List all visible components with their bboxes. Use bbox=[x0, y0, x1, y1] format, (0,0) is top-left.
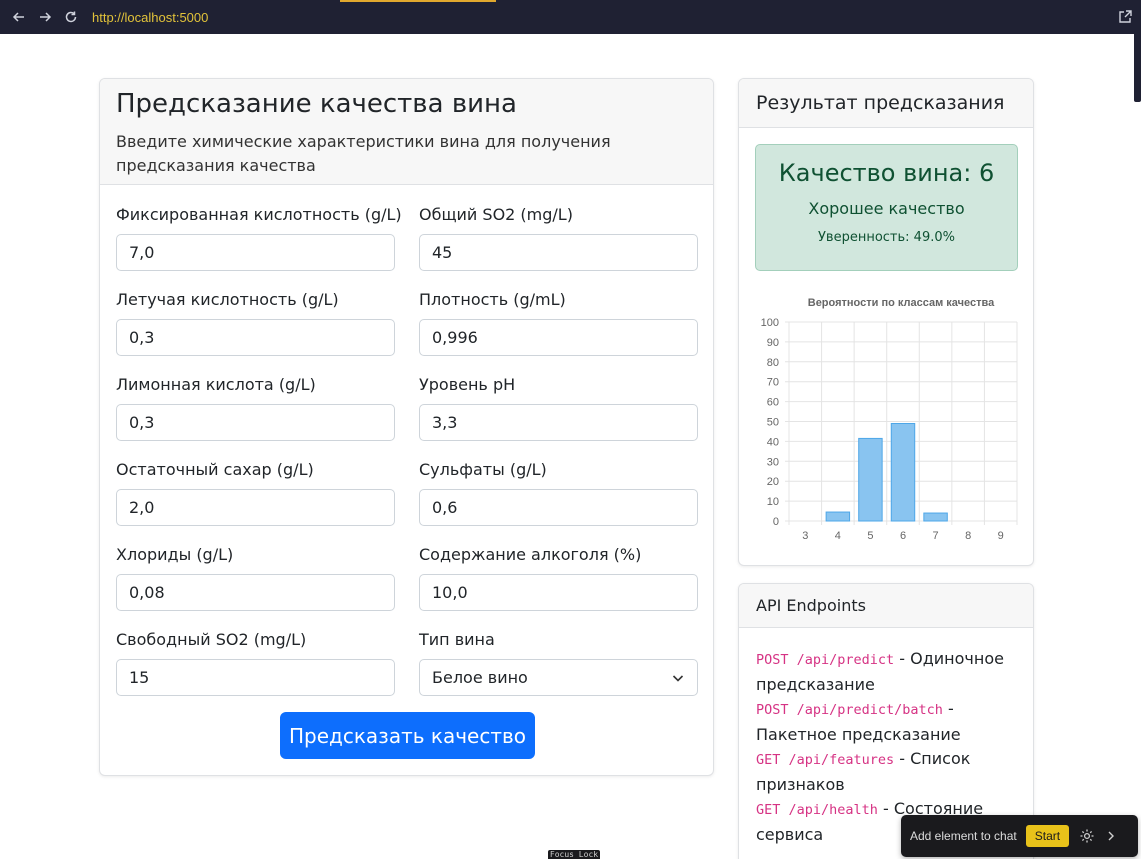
input-residual-sugar[interactable]: 2,0 bbox=[116, 489, 395, 526]
start-button[interactable]: Start bbox=[1025, 825, 1070, 847]
chart-bar bbox=[825, 511, 851, 522]
form-subtitle: Введите химические характеристики вина д… bbox=[116, 132, 611, 175]
select-wine-type[interactable]: Белое вино bbox=[419, 659, 698, 696]
active-tab-indicator bbox=[340, 0, 496, 2]
label-wine-type: Тип вина bbox=[419, 630, 495, 649]
y-tick-label: 40 bbox=[767, 436, 779, 448]
input-alcohol[interactable]: 10,0 bbox=[419, 574, 698, 611]
scrollbar[interactable] bbox=[1134, 34, 1141, 102]
label-total-so2: Общий SO2 (mg/L) bbox=[419, 205, 573, 224]
y-tick-label: 20 bbox=[767, 476, 779, 488]
chart-bar bbox=[890, 422, 916, 522]
prediction-form-card: Предсказание качества вина Введите химич… bbox=[99, 78, 714, 776]
y-tick-label: 70 bbox=[767, 377, 779, 389]
chart-title: Вероятности по классам качества bbox=[808, 297, 995, 309]
input-density[interactable]: 0,996 bbox=[419, 319, 698, 356]
input-total-so2[interactable]: 45 bbox=[419, 234, 698, 271]
predict-button[interactable]: Предсказать качество bbox=[280, 712, 535, 759]
select-wine-type-value: Белое вино bbox=[432, 668, 528, 687]
x-tick-label: 5 bbox=[867, 530, 873, 541]
label-free-so2: Свободный SO2 (mg/L) bbox=[116, 630, 307, 649]
label-alcohol: Содержание алкоголя (%) bbox=[419, 545, 642, 564]
form-card-header: Предсказание качества вина Введите химич… bbox=[100, 79, 713, 185]
y-tick-label: 10 bbox=[767, 496, 779, 508]
input-free-so2[interactable]: 15 bbox=[116, 659, 395, 696]
x-tick-label: 6 bbox=[900, 530, 906, 541]
reload-icon[interactable] bbox=[60, 6, 82, 28]
label-fixed-acidity: Фиксированная кислотность (g/L) bbox=[116, 205, 402, 224]
y-tick-label: 80 bbox=[767, 357, 779, 369]
input-ph[interactable]: 3,3 bbox=[419, 404, 698, 441]
input-citric-acid[interactable]: 0,3 bbox=[116, 404, 395, 441]
quality-description: Хорошее качество bbox=[808, 199, 965, 218]
quality-alert: Качество вина: 6 Хорошее качество Уверен… bbox=[755, 144, 1018, 271]
y-tick-label: 50 bbox=[767, 417, 779, 429]
api-item: GET /api/features - Список признаков bbox=[756, 747, 1016, 797]
forward-icon[interactable] bbox=[34, 6, 56, 28]
quality-score: Качество вина: 6 bbox=[778, 159, 995, 187]
result-title: Результат предсказания bbox=[756, 92, 1005, 114]
x-tick-label: 3 bbox=[802, 530, 808, 541]
api-item: POST /api/predict - Одиночное предсказан… bbox=[756, 647, 1016, 697]
label-density: Плотность (g/mL) bbox=[419, 290, 566, 309]
chart-bar bbox=[923, 512, 948, 522]
x-tick-label: 9 bbox=[998, 530, 1004, 541]
api-code: GET /api/features bbox=[756, 752, 895, 768]
back-icon[interactable] bbox=[8, 6, 30, 28]
quality-confidence: Уверенность: 49.0% bbox=[818, 230, 955, 245]
focus-lock-badge: Focus Lock bbox=[548, 850, 600, 859]
result-card-header: Результат предсказания bbox=[739, 79, 1033, 128]
api-code: POST /api/predict bbox=[756, 652, 895, 668]
api-card-header: API Endpoints bbox=[739, 584, 1033, 628]
add-to-chat-toolbar: Add element to chat Start bbox=[901, 815, 1138, 857]
x-tick-label: 4 bbox=[835, 530, 841, 541]
external-link-icon[interactable] bbox=[1117, 9, 1133, 25]
y-tick-label: 100 bbox=[761, 317, 779, 329]
gear-icon[interactable] bbox=[1079, 828, 1095, 844]
label-chlorides: Хлориды (g/L) bbox=[116, 545, 234, 564]
api-title: API Endpoints bbox=[756, 596, 866, 615]
y-tick-label: 30 bbox=[767, 456, 779, 468]
api-code: POST /api/predict/batch bbox=[756, 702, 943, 718]
label-volatile-acidity: Летучая кислотность (g/L) bbox=[116, 290, 339, 309]
label-sulphates: Сульфаты (g/L) bbox=[419, 460, 547, 479]
api-item: POST /api/predict/batch - Пакетное предс… bbox=[756, 697, 1016, 747]
label-residual-sugar: Остаточный сахар (g/L) bbox=[116, 460, 314, 479]
y-tick-label: 90 bbox=[767, 337, 779, 349]
input-fixed-acidity[interactable]: 7,0 bbox=[116, 234, 395, 271]
input-chlorides[interactable]: 0,08 bbox=[116, 574, 395, 611]
address-bar[interactable]: http://localhost:5000 bbox=[92, 10, 208, 25]
chevron-down-icon bbox=[672, 674, 684, 682]
label-ph: Уровень pH bbox=[419, 375, 516, 394]
x-tick-label: 8 bbox=[965, 530, 971, 541]
probability-chart: Вероятности по классам качества 0 10 20 30 40… bbox=[761, 297, 1018, 541]
page-title: Предсказание качества вина bbox=[116, 89, 517, 119]
input-sulphates[interactable]: 0,6 bbox=[419, 489, 698, 526]
y-tick-label: 0 bbox=[773, 516, 779, 528]
chevron-right-icon[interactable] bbox=[1105, 830, 1117, 842]
add-to-chat-label: Add element to chat bbox=[910, 829, 1017, 843]
browser-toolbar: http://localhost:5000 bbox=[0, 0, 1141, 34]
result-card: Результат предсказания Качество вина: 6 … bbox=[738, 78, 1034, 566]
chart-bar bbox=[858, 437, 883, 522]
y-tick-label: 60 bbox=[767, 397, 779, 409]
x-tick-label: 7 bbox=[933, 530, 939, 541]
label-citric-acid: Лимонная кислота (g/L) bbox=[116, 375, 316, 394]
api-code: GET /api/health bbox=[756, 802, 878, 818]
input-volatile-acidity[interactable]: 0,3 bbox=[116, 319, 395, 356]
